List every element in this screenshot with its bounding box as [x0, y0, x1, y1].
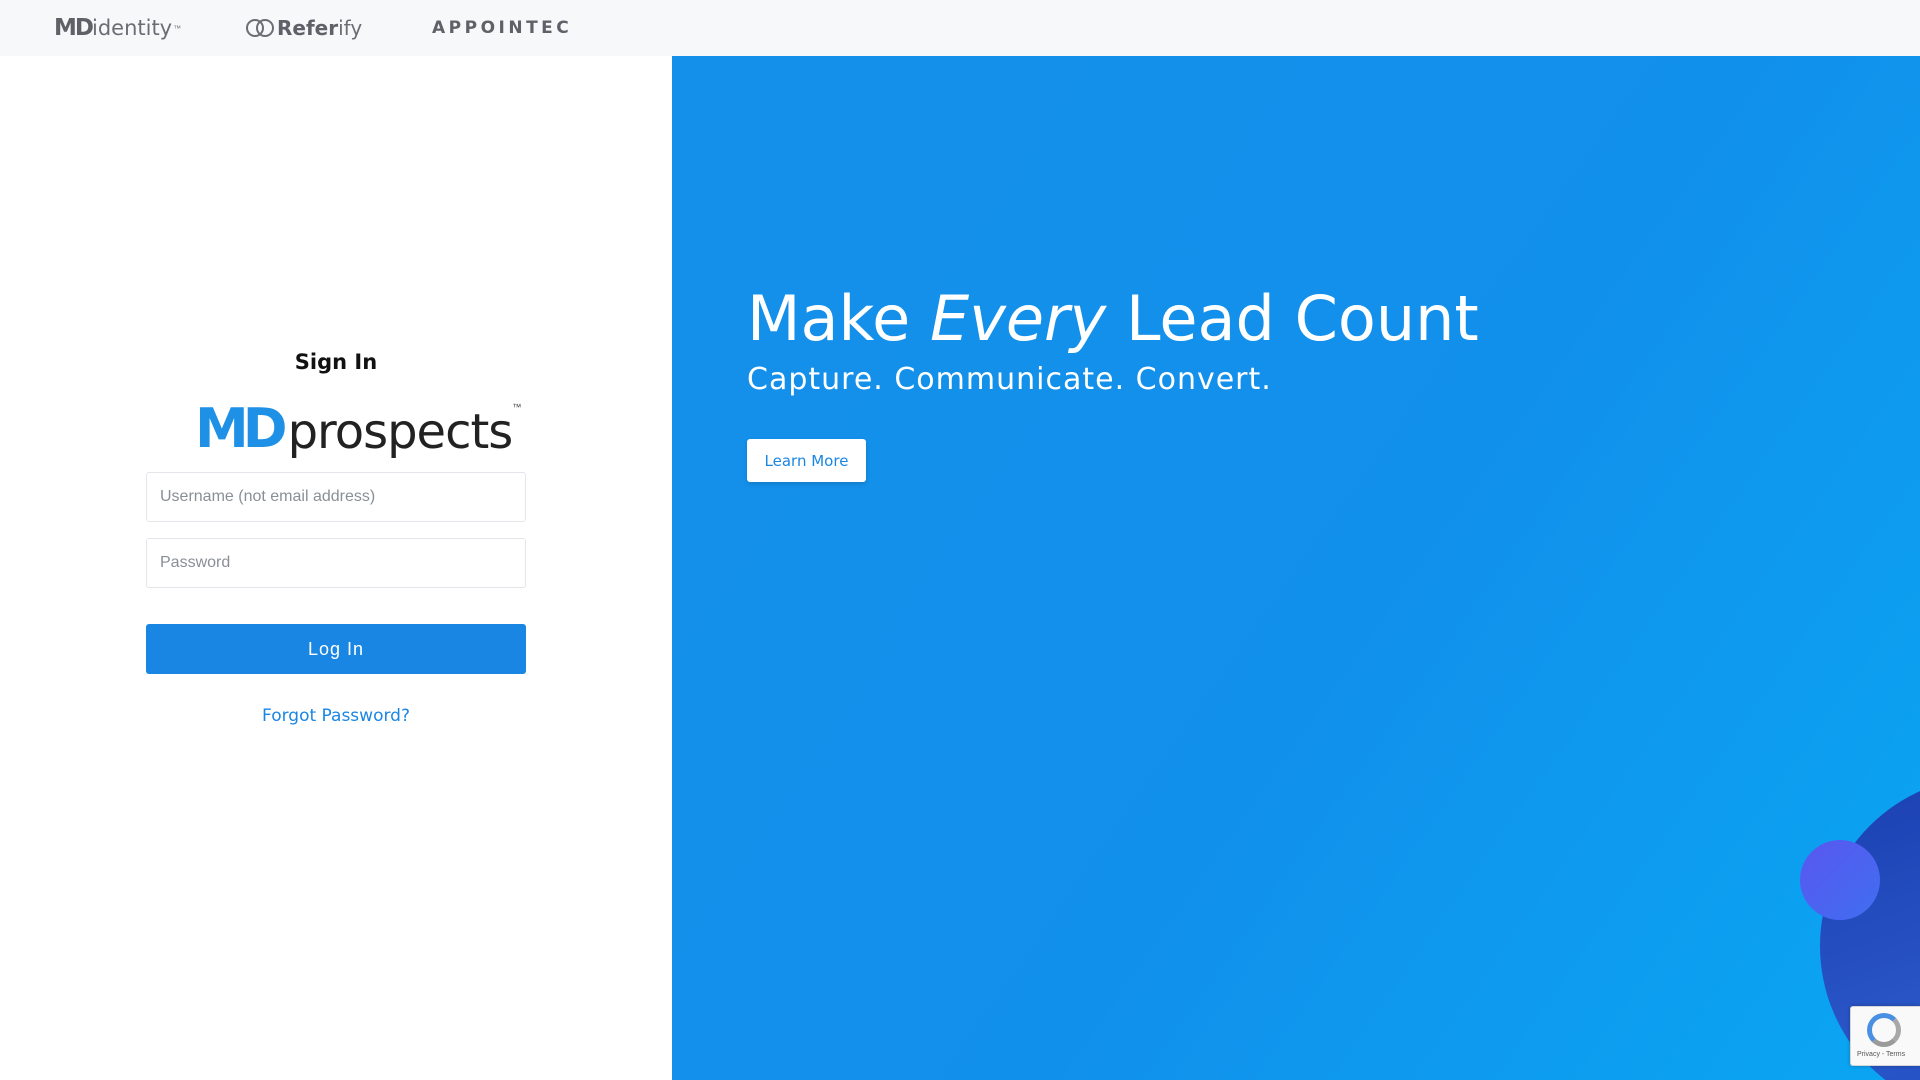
mdprospects-logo-text: prospects — [287, 404, 514, 460]
mdprospects-logo: MD prospects ™ — [195, 396, 522, 460]
signin-title: Sign In — [294, 350, 378, 374]
referify-logo-text: ify — [338, 16, 363, 40]
password-input[interactable] — [146, 538, 526, 588]
appointec-logo-text: APPOINTEC — [432, 18, 573, 38]
hero-title-emphasis: Every — [930, 282, 1107, 355]
login-button[interactable]: Log In — [146, 624, 526, 674]
top-brand-bar: MD identity ™ Refer ify APPOINTEC — [0, 0, 1920, 56]
learn-more-button[interactable]: Learn More — [747, 439, 866, 482]
mdidentity-logo-link[interactable]: MD identity ™ — [54, 14, 181, 42]
mdidentity-logo-md: MD — [54, 15, 94, 41]
mdidentity-logo-text: identity — [91, 16, 173, 40]
username-input[interactable] — [146, 472, 526, 522]
forgot-password-link[interactable]: Forgot Password? — [0, 706, 672, 726]
recaptcha-links[interactable]: Privacy - Terms — [1857, 1051, 1905, 1058]
decorative-circle-small — [1800, 840, 1880, 920]
hero-subtitle: Capture. Communicate. Convert. — [747, 362, 1272, 397]
referify-rings-icon — [246, 18, 276, 38]
hero-title-part2: Lead Count — [1106, 282, 1479, 355]
referify-logo-link[interactable]: Refer ify — [246, 14, 362, 42]
appointec-logo-link[interactable]: APPOINTEC — [432, 14, 572, 42]
recaptcha-icon — [1867, 1013, 1901, 1047]
signin-panel: Sign In MD prospects ™ Log In Forgot Pas… — [0, 56, 672, 1080]
hero-title-part1: Make — [747, 282, 931, 355]
mdidentity-logo-tm: ™ — [173, 23, 182, 33]
hero-panel: Make Every Lead Count Capture. Communica… — [672, 56, 1920, 1080]
mdprospects-logo-tm: ™ — [512, 402, 522, 412]
hero-title: Make Every Lead Count — [747, 282, 1479, 355]
mdprospects-logo-md: MD — [195, 397, 288, 460]
recaptcha-badge[interactable]: Privacy - Terms — [1850, 1006, 1920, 1066]
referify-logo-bold: Refer — [277, 16, 339, 40]
